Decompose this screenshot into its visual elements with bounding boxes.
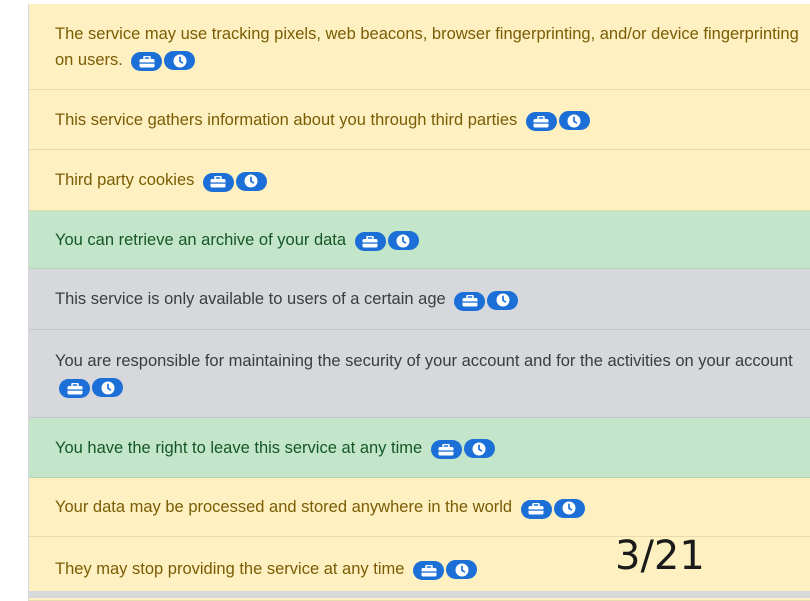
- list-item: The service may use tracking pixels, web…: [29, 4, 810, 90]
- item-text: Your data may be processed and stored an…: [55, 498, 513, 516]
- list-item: You have the right to leave this service…: [29, 418, 810, 478]
- list-item: Third party cookies: [29, 150, 810, 211]
- item-text: You are responsible for maintaining the …: [55, 351, 793, 370]
- clock-icon[interactable]: [387, 231, 419, 250]
- briefcase-icon[interactable]: [59, 379, 90, 398]
- clock-icon[interactable]: [235, 171, 267, 191]
- list-item: This service gathers information about y…: [29, 90, 810, 150]
- clock-icon[interactable]: [487, 290, 519, 310]
- clock-icon[interactable]: [463, 439, 495, 458]
- briefcase-icon[interactable]: [354, 232, 386, 251]
- briefcase-icon[interactable]: [131, 52, 163, 71]
- points-list: The service may use tracking pixels, web…: [28, 4, 810, 601]
- page-counter: 3/21: [615, 533, 705, 579]
- briefcase-icon[interactable]: [520, 499, 552, 519]
- briefcase-icon[interactable]: [413, 561, 445, 580]
- list-item: Your data may be processed and stored an…: [29, 478, 810, 537]
- briefcase-icon[interactable]: [430, 440, 462, 459]
- item-text: This service gathers information about y…: [55, 110, 518, 129]
- briefcase-icon[interactable]: [525, 112, 557, 131]
- list-item: This service is only available to users …: [29, 269, 810, 330]
- item-text: You have the right to leave this service…: [55, 438, 423, 457]
- item-text: Third party cookies: [55, 171, 195, 189]
- clock-icon[interactable]: [92, 378, 123, 397]
- next-item-edge: [28, 591, 810, 598]
- list-item: You can retrieve an archive of your data: [29, 211, 810, 269]
- briefcase-icon[interactable]: [454, 291, 486, 311]
- clock-icon[interactable]: [553, 498, 585, 518]
- briefcase-icon[interactable]: [202, 172, 234, 192]
- clock-icon[interactable]: [558, 111, 590, 130]
- item-text: They may stop providing the service at a…: [55, 559, 405, 578]
- item-text: You can retrieve an archive of your data: [55, 230, 347, 249]
- list-item: You are responsible for maintaining the …: [29, 330, 810, 418]
- clock-icon[interactable]: [164, 51, 196, 70]
- item-text: This service is only available to users …: [55, 290, 446, 308]
- clock-icon[interactable]: [446, 560, 478, 579]
